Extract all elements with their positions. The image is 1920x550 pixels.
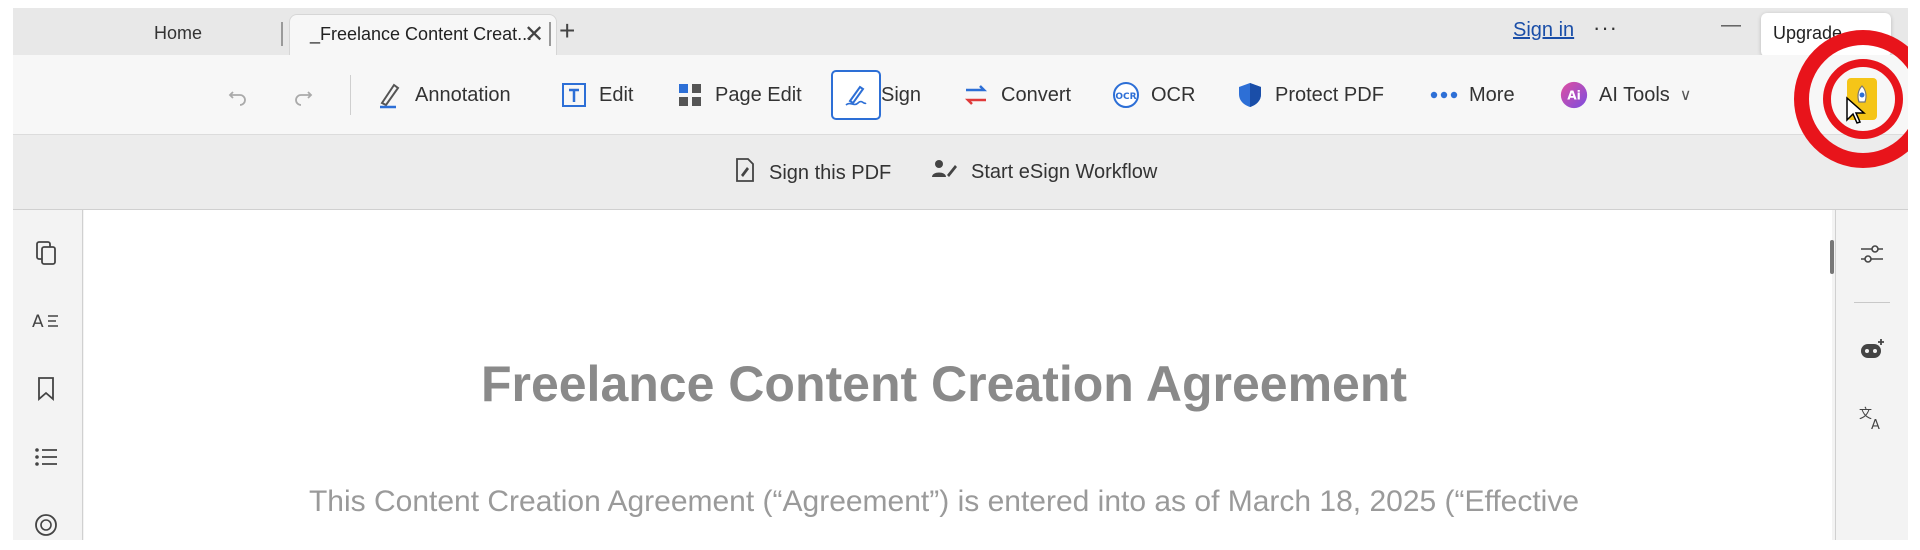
shield-icon <box>1235 80 1265 110</box>
new-tab-icon[interactable]: + <box>559 17 575 45</box>
redo-icon <box>288 80 318 110</box>
minimize-icon[interactable]: — <box>1721 14 1741 37</box>
attachments-icon[interactable] <box>31 510 61 540</box>
sign-label: Sign <box>881 83 922 106</box>
ai-tools-button[interactable]: Ai AI Tools ∨ <box>1559 75 1692 115</box>
convert-icon <box>961 80 991 110</box>
tab-bar: Home _Freelance Content Creat... ✕ + Sig… <box>13 8 1908 57</box>
protect-pdf-label: Protect PDF <box>1275 83 1384 106</box>
convert-label: Convert <box>1001 83 1072 106</box>
tab-divider <box>281 22 283 46</box>
tab-document-label: _Freelance Content Creat... <box>310 24 533 44</box>
ai-assistant-icon[interactable] <box>1856 334 1888 366</box>
sliders-icon[interactable] <box>1856 238 1888 270</box>
annotation-button[interactable]: Annotation <box>375 75 511 115</box>
chevron-down-icon: ∨ <box>1679 87 1692 104</box>
vertical-scrollbar[interactable] <box>1830 240 1834 274</box>
app-window: Home _Freelance Content Creat... ✕ + Sig… <box>13 8 1908 540</box>
tab-home[interactable]: Home <box>113 20 243 46</box>
start-esign-workflow-label: Start eSign Workflow <box>971 160 1158 183</box>
sign-in-link[interactable]: Sign in <box>1513 19 1574 42</box>
translate-icon[interactable]: 文A <box>1856 402 1888 434</box>
more-options-icon[interactable]: ··· <box>1593 15 1618 41</box>
page-edit-button[interactable]: Page Edit <box>675 75 802 115</box>
right-sidebar-divider <box>1854 302 1890 303</box>
undo-icon <box>223 80 253 110</box>
text-edit-icon <box>559 80 589 110</box>
left-sidebar: A <box>13 210 83 540</box>
sign-document-icon <box>733 157 757 189</box>
protect-pdf-button[interactable]: Protect PDF <box>1235 75 1384 115</box>
ocr-icon: OCR <box>1111 80 1141 110</box>
more-label: More <box>1469 83 1515 106</box>
pen-icon <box>375 80 405 110</box>
text-outline-icon[interactable]: A <box>31 306 61 336</box>
ai-tools-label: AI Tools <box>1599 83 1670 106</box>
convert-button[interactable]: Convert <box>961 75 1071 115</box>
esign-users-icon <box>931 157 959 187</box>
close-icon[interactable]: ✕ <box>524 20 544 49</box>
svg-text:A: A <box>32 312 44 332</box>
list-icon[interactable] <box>31 442 61 472</box>
document-paragraph: This Content Creation Agreement (“Agreem… <box>308 485 1580 518</box>
document-canvas: Freelance Content Creation Agreement Thi… <box>84 210 1834 540</box>
grid-icon <box>675 80 705 110</box>
toolbar-divider <box>350 75 351 115</box>
right-sidebar: 文A <box>1835 210 1908 540</box>
redo-button[interactable] <box>288 75 318 115</box>
annotation-label: Annotation <box>415 83 511 106</box>
ocr-button[interactable]: OCR OCR <box>1111 75 1195 115</box>
pages-icon[interactable] <box>31 238 61 268</box>
sign-subtoolbar: Sign this PDF Start eSign Workflow <box>13 135 1908 210</box>
sign-this-pdf-label: Sign this PDF <box>769 161 892 184</box>
start-esign-workflow-button[interactable]: Start eSign Workflow <box>931 157 1157 187</box>
more-button[interactable]: More <box>1429 75 1515 115</box>
undo-button[interactable] <box>223 75 253 115</box>
page-edit-label: Page Edit <box>715 83 802 106</box>
ai-icon: Ai <box>1559 80 1589 110</box>
edit-label: Edit <box>599 83 634 106</box>
svg-text:OCR: OCR <box>1115 92 1136 102</box>
sign-this-pdf-button[interactable]: Sign this PDF <box>733 157 891 189</box>
tab-divider <box>549 22 551 46</box>
bookmark-icon[interactable] <box>31 374 61 404</box>
edit-button[interactable]: Edit <box>559 75 633 115</box>
tab-document[interactable]: _Freelance Content Creat... ✕ <box>289 14 557 56</box>
svg-text:Ai: Ai <box>1567 89 1581 103</box>
document-title: Freelance Content Creation Agreement <box>480 356 1408 412</box>
cursor-icon <box>1846 96 1866 124</box>
sign-button[interactable]: Sign <box>841 75 921 115</box>
sign-pen-icon <box>841 80 871 110</box>
more-dots-icon <box>1429 80 1459 110</box>
svg-text:A: A <box>1871 418 1880 431</box>
ocr-label: OCR <box>1151 83 1196 106</box>
main-toolbar: Annotation Edit Page Edit Sign Convert O… <box>13 55 1908 135</box>
